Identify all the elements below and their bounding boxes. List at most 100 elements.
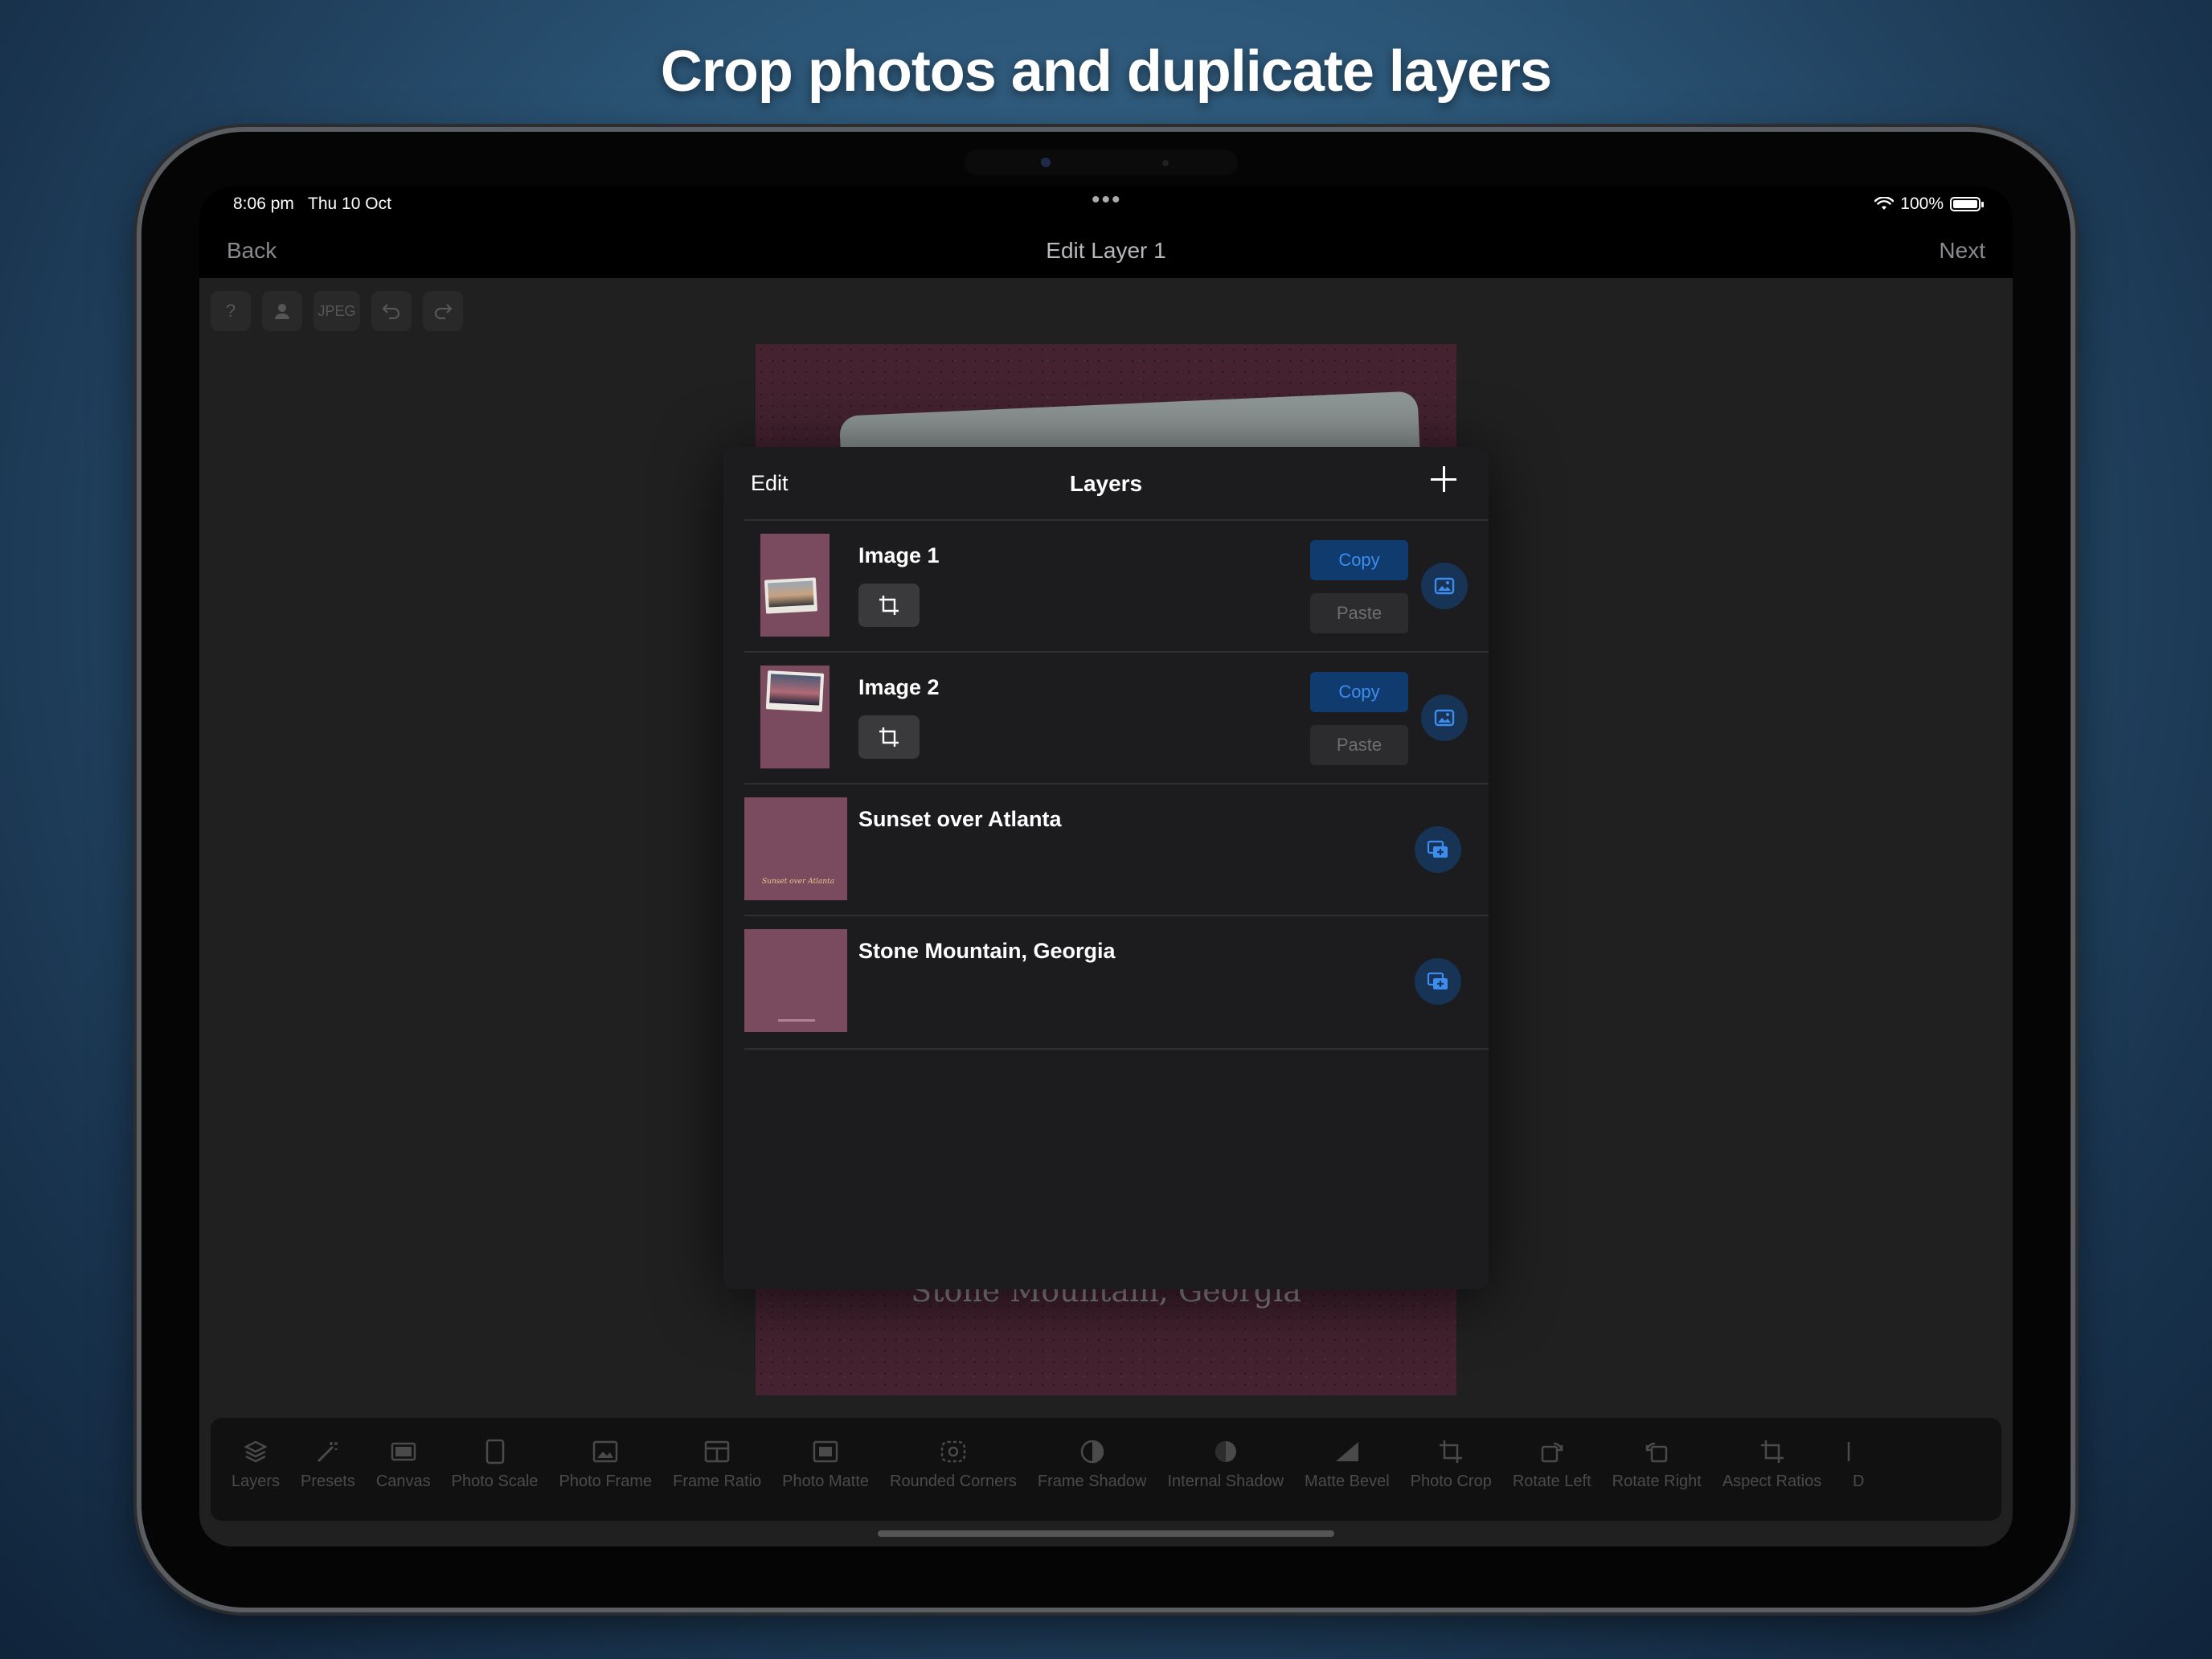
layer-row-image-1[interactable]: Image 1 Copy Paste [744, 519, 1489, 653]
headline: Crop photos and duplicate layers [660, 39, 1552, 104]
layer-name: Sunset over Atlanta [858, 807, 1062, 831]
tool-label: Presets [301, 1473, 355, 1490]
layer-name: Image 2 [858, 675, 940, 699]
tool-label: Rotate Left [1512, 1473, 1591, 1490]
crop-button[interactable] [858, 715, 920, 759]
frame-shadow-icon [1076, 1436, 1108, 1468]
status-time-text: 8:06 pm [233, 195, 294, 213]
tool-photo-crop[interactable]: Photo Crop [1411, 1418, 1492, 1491]
status-time: 8:06 pm Thu 10 Oct [233, 195, 391, 214]
help-button[interactable]: ? [211, 291, 251, 331]
copy-button[interactable]: Copy [1310, 540, 1408, 580]
crop-icon [879, 596, 899, 615]
layer-row-image-2[interactable]: Image 2 Copy Paste [744, 651, 1489, 784]
tool-label: Frame Ratio [673, 1473, 762, 1490]
photo-icon [1434, 577, 1455, 595]
tool-label: Rotate Right [1612, 1473, 1702, 1490]
photo-icon [1434, 709, 1455, 727]
add-layer-icon[interactable] [1426, 461, 1461, 497]
duplicate-icon [1427, 840, 1448, 858]
tool-photo-scale[interactable]: Photo Scale [452, 1418, 539, 1491]
tool-photo-frame[interactable]: Photo Frame [559, 1418, 653, 1491]
redo-button[interactable] [423, 291, 463, 331]
tool-label: Canvas [375, 1473, 431, 1490]
paste-button[interactable]: Paste [1310, 725, 1408, 765]
tool-label: Aspect Ratios [1722, 1473, 1822, 1490]
layer-row-text-1[interactable]: Sunset over Atlanta Sunset over Atlanta [744, 783, 1489, 916]
battery-icon [1950, 197, 1984, 211]
layer-thumbnail [744, 929, 847, 1032]
device-side-button [135, 225, 141, 313]
nav-bar: Back Edit Layer 1 Next [199, 225, 2013, 278]
next-button[interactable]: Next [1939, 238, 1985, 264]
tool-label: Photo Crop [1410, 1473, 1492, 1490]
device-volume-button [357, 125, 415, 132]
undo-button[interactable] [371, 291, 412, 331]
layer-name: Image 1 [858, 543, 940, 567]
photo-frame-icon [589, 1436, 621, 1468]
layer-thumbnail [760, 534, 830, 637]
thumbnail-script-text: Sunset over Atlanta [762, 878, 835, 886]
photo-crop-icon [1435, 1436, 1467, 1468]
tool-label: Photo Scale [451, 1473, 539, 1490]
format-button[interactable]: JPEG [313, 291, 360, 331]
replace-photo-button[interactable] [1421, 694, 1468, 741]
crop-button[interactable] [858, 584, 920, 627]
tool-label: Layers [231, 1473, 281, 1490]
camera-housing [965, 150, 1238, 175]
layers-title: Layers [1069, 471, 1143, 496]
replace-photo-button[interactable] [1421, 563, 1468, 609]
tool-canvas[interactable]: Canvas [376, 1418, 431, 1491]
device-volume-button [273, 125, 331, 132]
canvas-icon [387, 1436, 420, 1468]
tool-rotate-left[interactable]: Rotate Left [1513, 1418, 1591, 1491]
duplicate-layer-button[interactable] [1415, 958, 1461, 1005]
layer-row-text-2[interactable]: Stone Mountain, Georgia [744, 915, 1489, 1050]
home-indicator[interactable] [878, 1530, 1334, 1537]
status-date-text: Thu 10 Oct [308, 195, 391, 213]
tool-frame-shadow[interactable]: Frame Shadow [1038, 1418, 1147, 1491]
thumbnail-tiny-text [778, 1019, 815, 1022]
status-right: 100% [1874, 195, 1984, 214]
tool-rounded-corners[interactable]: Rounded Corners [890, 1418, 1017, 1491]
more-icon [1842, 1436, 1874, 1468]
presets-icon [312, 1436, 344, 1468]
tool-rotate-right[interactable]: Rotate Right [1612, 1418, 1702, 1491]
paste-button[interactable]: Paste [1310, 593, 1408, 633]
tool-presets[interactable]: Presets [301, 1418, 355, 1491]
layer-name: Stone Mountain, Georgia [858, 939, 1116, 963]
camera-icon [1041, 158, 1051, 167]
tool-label: Photo Frame [559, 1473, 653, 1490]
tool-frame-ratio[interactable]: Frame Ratio [673, 1418, 761, 1491]
tool-layers[interactable]: Layers [231, 1418, 280, 1491]
tool-internal-shadow[interactable]: Internal Shadow [1168, 1418, 1284, 1491]
multitask-dots[interactable]: ••• [1092, 186, 1122, 214]
rounded-corners-icon [937, 1436, 969, 1468]
status-bar: 8:06 pm Thu 10 Oct ••• 100% [199, 186, 2013, 225]
frame-ratio-icon [701, 1436, 733, 1468]
tool-label: Frame Shadow [1037, 1473, 1147, 1490]
tool-aspect-ratios[interactable]: Aspect Ratios [1722, 1418, 1821, 1491]
app-screen: 8:06 pm Thu 10 Oct ••• 100% Back Edit La… [199, 186, 2013, 1546]
tool-list: Layers Presets Canvas Photo Scale Photo Fram… [211, 1418, 1895, 1521]
crop-icon [879, 727, 899, 747]
tool-photo-matte[interactable]: Photo Matte [782, 1418, 869, 1491]
duplicate-icon [1427, 972, 1448, 989]
photo-scale-icon [479, 1436, 511, 1468]
sensor-icon [1162, 160, 1169, 166]
layer-thumbnail [760, 666, 830, 768]
tool-matte-bevel[interactable]: Matte Bevel [1305, 1418, 1390, 1491]
tool-label: Matte Bevel [1305, 1473, 1390, 1490]
bottom-tool-bar: Layers Presets Canvas Photo Scale Photo Fram… [211, 1418, 2001, 1521]
redo-icon [434, 304, 453, 320]
rotate-right-icon [1641, 1436, 1673, 1468]
duplicate-layer-button[interactable] [1415, 826, 1461, 873]
tool-more[interactable]: D [1842, 1418, 1874, 1491]
photo-matte-icon [809, 1436, 842, 1468]
profile-button[interactable] [262, 291, 302, 331]
layers-popover: Edit Layers Image 1 Copy Paste Image 2 C… [723, 447, 1489, 1289]
wifi-icon [1874, 197, 1895, 210]
aspect-ratios-icon [1756, 1436, 1788, 1468]
help-icon: ? [225, 301, 236, 321]
copy-button[interactable]: Copy [1310, 672, 1408, 712]
